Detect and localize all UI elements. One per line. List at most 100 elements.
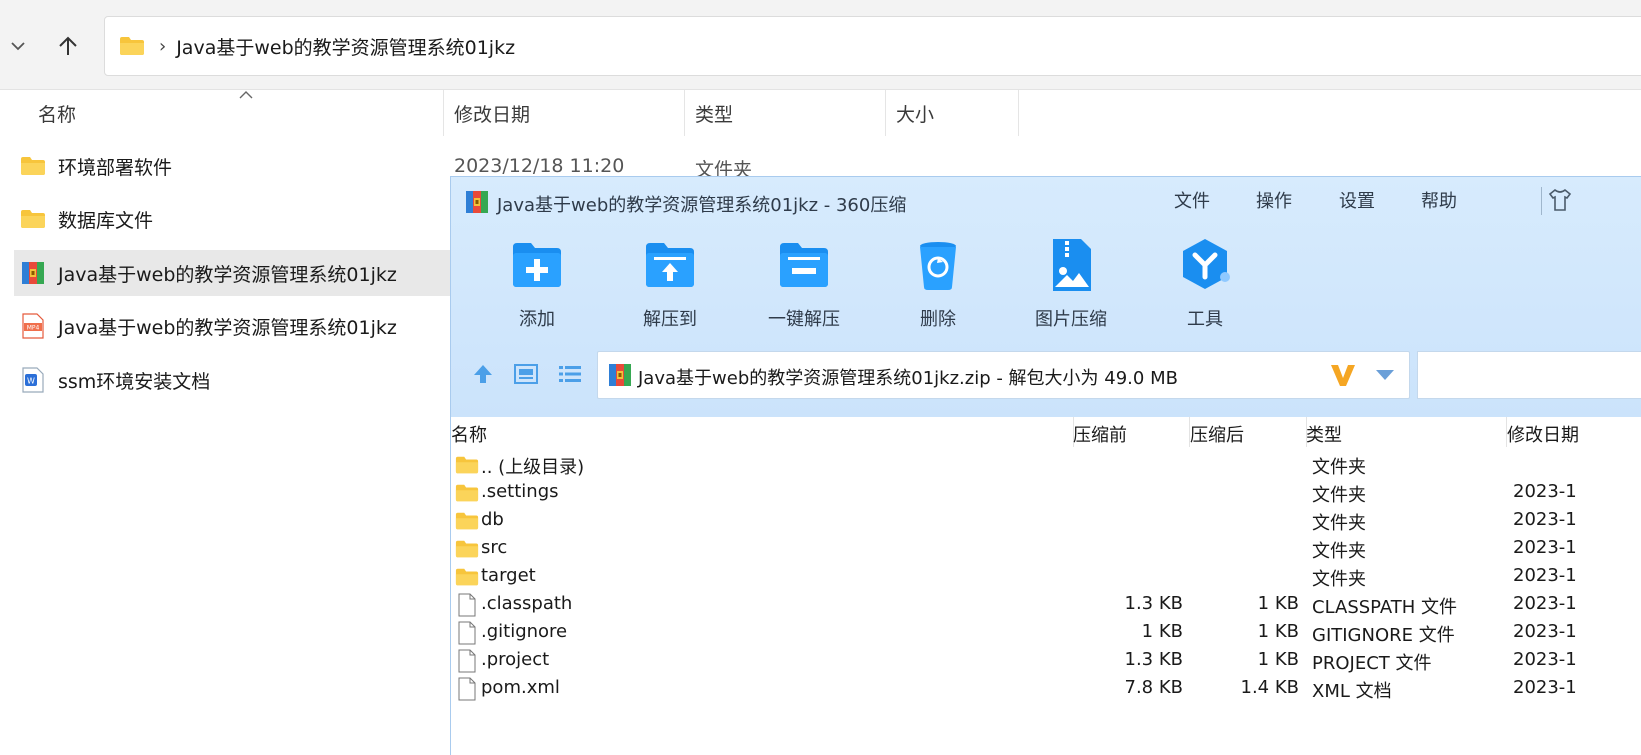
file-row-doc[interactable]: W ssm环境安装文档: [14, 357, 470, 403]
zip-row[interactable]: .classpath 1.3 KB 1 KB CLASSPATH 文件 2023…: [451, 591, 1641, 619]
zip-row-parent-dir[interactable]: .. (上级目录) 文件夹: [451, 451, 1641, 479]
zip-col-before[interactable]: 压缩前: [1073, 421, 1127, 447]
zip-file-date: 2023-1: [1513, 537, 1577, 558]
vip-v-icon[interactable]: [1328, 360, 1358, 390]
zip-file-size-after: 1 KB: [1257, 649, 1299, 670]
word-doc-icon: W: [20, 367, 46, 393]
up-level-arrow-icon[interactable]: [468, 359, 498, 389]
delete-button[interactable]: 删除: [878, 237, 998, 337]
zip-col-after[interactable]: 压缩后: [1190, 421, 1244, 447]
menu-file[interactable]: 文件: [1174, 187, 1210, 213]
column-header-type[interactable]: 类型: [685, 90, 885, 136]
extract-to-label: 解压到: [643, 309, 697, 330]
zip-file-date: 2023-1: [1513, 565, 1577, 586]
file-name: ssm环境安装文档: [58, 370, 211, 393]
zip-row[interactable]: src 文件夹 2023-1: [451, 535, 1641, 563]
zip-archive-icon: [609, 364, 631, 386]
zip-search-field[interactable]: [1417, 351, 1641, 399]
menu-settings[interactable]: 设置: [1339, 187, 1375, 213]
zip-file-size-before: 1.3 KB: [1124, 593, 1184, 614]
up-arrow-icon[interactable]: [52, 30, 84, 62]
zip-file-size-before: 1.3 KB: [1124, 649, 1184, 670]
column-header-size[interactable]: 大小: [886, 90, 1018, 136]
zip-archive-icon: [20, 260, 46, 286]
folder-icon: [455, 540, 479, 558]
svg-text:MP4: MP4: [27, 325, 40, 332]
zip-path-text: Java基于web的教学资源管理系统01jkz.zip - 解包大小为 49.0…: [638, 368, 1178, 389]
zip-row[interactable]: target 文件夹 2023-1: [451, 563, 1641, 591]
tools-button[interactable]: 工具: [1145, 237, 1265, 337]
zip-file-type: 文件夹: [1312, 457, 1366, 478]
zip-file-date: 2023-1: [1513, 481, 1577, 502]
add-button[interactable]: 添加: [477, 237, 597, 337]
file-row-mp4[interactable]: MP4 Java基于web的教学资源管理系统01jkz: [14, 303, 470, 349]
zip-window-title: Java基于web的教学资源管理系统01jkz - 360压缩: [497, 195, 907, 216]
file-name: 环境部署软件: [58, 156, 173, 179]
menu-help[interactable]: 帮助: [1421, 187, 1457, 213]
menu-operate[interactable]: 操作: [1256, 187, 1292, 213]
add-folder-icon: [513, 243, 561, 287]
zip-col-type[interactable]: 类型: [1306, 421, 1342, 447]
zip-file-name: src: [481, 537, 508, 558]
recycle-bin-icon: [920, 242, 956, 290]
zip-row[interactable]: .gitignore 1 KB 1 KB GITIGNORE 文件 2023-1: [451, 619, 1641, 647]
chevron-down-icon[interactable]: [1374, 368, 1396, 382]
column-divider[interactable]: [1018, 90, 1019, 136]
zip-file-size-after: 1 KB: [1257, 621, 1299, 642]
address-bar[interactable]: › Java基于web的教学资源管理系统01jkz: [104, 16, 1641, 76]
zip-file-size-after: 1 KB: [1257, 593, 1299, 614]
zip-row[interactable]: .project 1.3 KB 1 KB PROJECT 文件 2023-1: [451, 647, 1641, 675]
skin-shirt-icon[interactable]: [1547, 187, 1573, 213]
svg-text:W: W: [27, 377, 35, 386]
delete-label: 删除: [920, 309, 956, 330]
file-name: Java基于web的教学资源管理系统01jkz: [58, 316, 397, 339]
breadcrumb-current-folder[interactable]: Java基于web的教学资源管理系统01jkz: [176, 33, 515, 60]
add-label: 添加: [519, 309, 555, 330]
folder-icon: [20, 153, 46, 179]
breadcrumb-separator: ›: [159, 35, 167, 57]
column-header-name[interactable]: 名称: [28, 90, 443, 136]
file-name: Java基于web的教学资源管理系统01jkz: [58, 263, 397, 286]
zip-file-type: 文件夹: [1312, 513, 1366, 534]
zip-file-type: PROJECT 文件: [1312, 653, 1432, 674]
zip-file-date: 2023-1: [1513, 677, 1577, 698]
file-row-zip-selected[interactable]: Java基于web的教学资源管理系统01jkz: [14, 250, 470, 296]
file-name: 数据库文件: [58, 209, 154, 232]
thumbnail-view-icon[interactable]: [511, 359, 541, 389]
extract-folder-icon: [646, 243, 694, 287]
zip-file-size-after: 1.4 KB: [1240, 677, 1300, 698]
file-icon: [458, 593, 476, 617]
zip-file-type: CLASSPATH 文件: [1312, 597, 1458, 618]
folder-icon: [455, 456, 479, 474]
zip-col-name[interactable]: 名称: [451, 421, 487, 447]
tools-hexagon-icon: [1183, 239, 1230, 289]
zip-titlebar[interactable]: Java基于web的教学资源管理系统01jkz - 360压缩 文件 操作 设置…: [451, 177, 1641, 227]
zip-file-size-before: 7.8 KB: [1124, 677, 1184, 698]
list-view-icon[interactable]: [555, 359, 585, 389]
zip-file-name: pom.xml: [481, 677, 560, 698]
extract-to-button[interactable]: 解压到: [610, 237, 730, 337]
zip-row[interactable]: pom.xml 7.8 KB 1.4 KB XML 文档 2023-1: [451, 675, 1641, 703]
column-header-modified[interactable]: 修改日期: [444, 90, 684, 136]
zip-col-modified[interactable]: 修改日期: [1507, 421, 1579, 447]
zip-path-field[interactable]: Java基于web的教学资源管理系统01jkz.zip - 解包大小为 49.0…: [597, 351, 1410, 399]
zip-file-name: .settings: [481, 481, 559, 502]
zip-column-header: 名称 压缩前 压缩后 类型 修改日期: [451, 417, 1641, 451]
zip-file-date: 2023-1: [1513, 509, 1577, 530]
zip-file-size-before: 1 KB: [1141, 621, 1183, 642]
recent-locations-chevron-icon[interactable]: [6, 34, 30, 58]
explorer-toolbar: › Java基于web的教学资源管理系统01jkz: [0, 0, 1641, 90]
one-click-extract-button[interactable]: 一键解压: [744, 237, 864, 337]
folder-icon: [120, 37, 144, 55]
file-row-folder[interactable]: 数据库文件: [14, 196, 470, 242]
file-row-folder[interactable]: 环境部署软件: [14, 143, 470, 189]
one-click-extract-icon: [780, 243, 828, 287]
folder-icon: [455, 568, 479, 586]
image-compress-button[interactable]: 图片压缩: [1011, 237, 1131, 337]
zip-row[interactable]: .settings 文件夹 2023-1: [451, 479, 1641, 507]
zip-row[interactable]: db 文件夹 2023-1: [451, 507, 1641, 535]
file-modified-date: 2023/12/18 11:20: [454, 155, 625, 177]
zip-file-name: .gitignore: [481, 621, 568, 642]
mp4-file-icon: MP4: [20, 313, 46, 339]
folder-icon: [455, 512, 479, 530]
